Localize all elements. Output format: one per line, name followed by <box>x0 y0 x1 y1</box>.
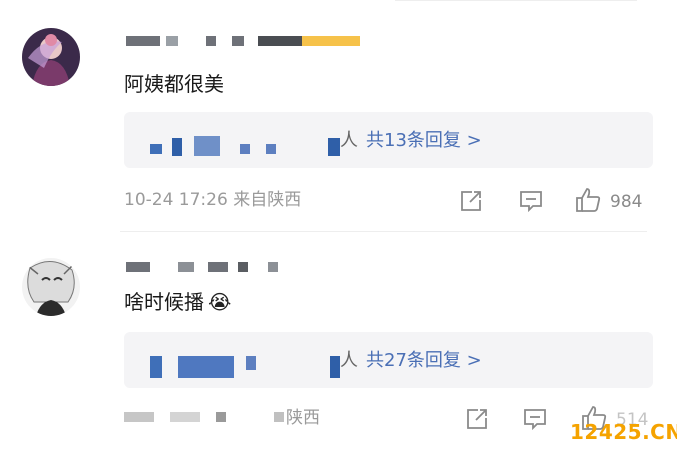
comment-meta: 10-24 17:26 来自陕西 <box>124 190 302 210</box>
share-icon[interactable] <box>458 188 484 214</box>
reply-preview-box[interactable]: 人 共13条回复 > <box>124 112 653 168</box>
reply-users-redacted <box>150 136 346 158</box>
avatar[interactable] <box>22 28 80 86</box>
view-replies-link[interactable]: 共27条回复 > <box>366 352 482 370</box>
comment-text: 阿姨都很美 <box>124 72 224 96</box>
comment-meta: 陕西 <box>286 408 320 428</box>
username-redacted[interactable] <box>126 258 286 276</box>
share-icon[interactable] <box>464 406 490 432</box>
crying-emoji-icon: 😭 <box>208 290 232 314</box>
reply-users-redacted <box>150 356 340 382</box>
like-icon <box>574 186 602 218</box>
view-replies-link[interactable]: 共13条回复 > <box>366 132 482 150</box>
comment-icon[interactable] <box>518 188 544 214</box>
reply-preview-box[interactable]: 人 共27条回复 > <box>124 332 653 388</box>
comment-icon[interactable] <box>522 406 548 432</box>
meta-redacted <box>124 410 284 424</box>
reply-users-suffix: 人 <box>340 130 358 151</box>
reply-users-suffix: 人 <box>340 350 358 371</box>
comment-divider <box>120 231 647 232</box>
like-count: 984 <box>610 191 643 212</box>
avatar[interactable] <box>22 258 80 316</box>
site-watermark: 12425.CN <box>570 420 677 444</box>
like-button[interactable]: 984 <box>574 186 642 218</box>
comment-text: 啥时候播 <box>124 290 204 314</box>
username-redacted[interactable] <box>126 32 362 50</box>
top-divider <box>395 0 637 1</box>
